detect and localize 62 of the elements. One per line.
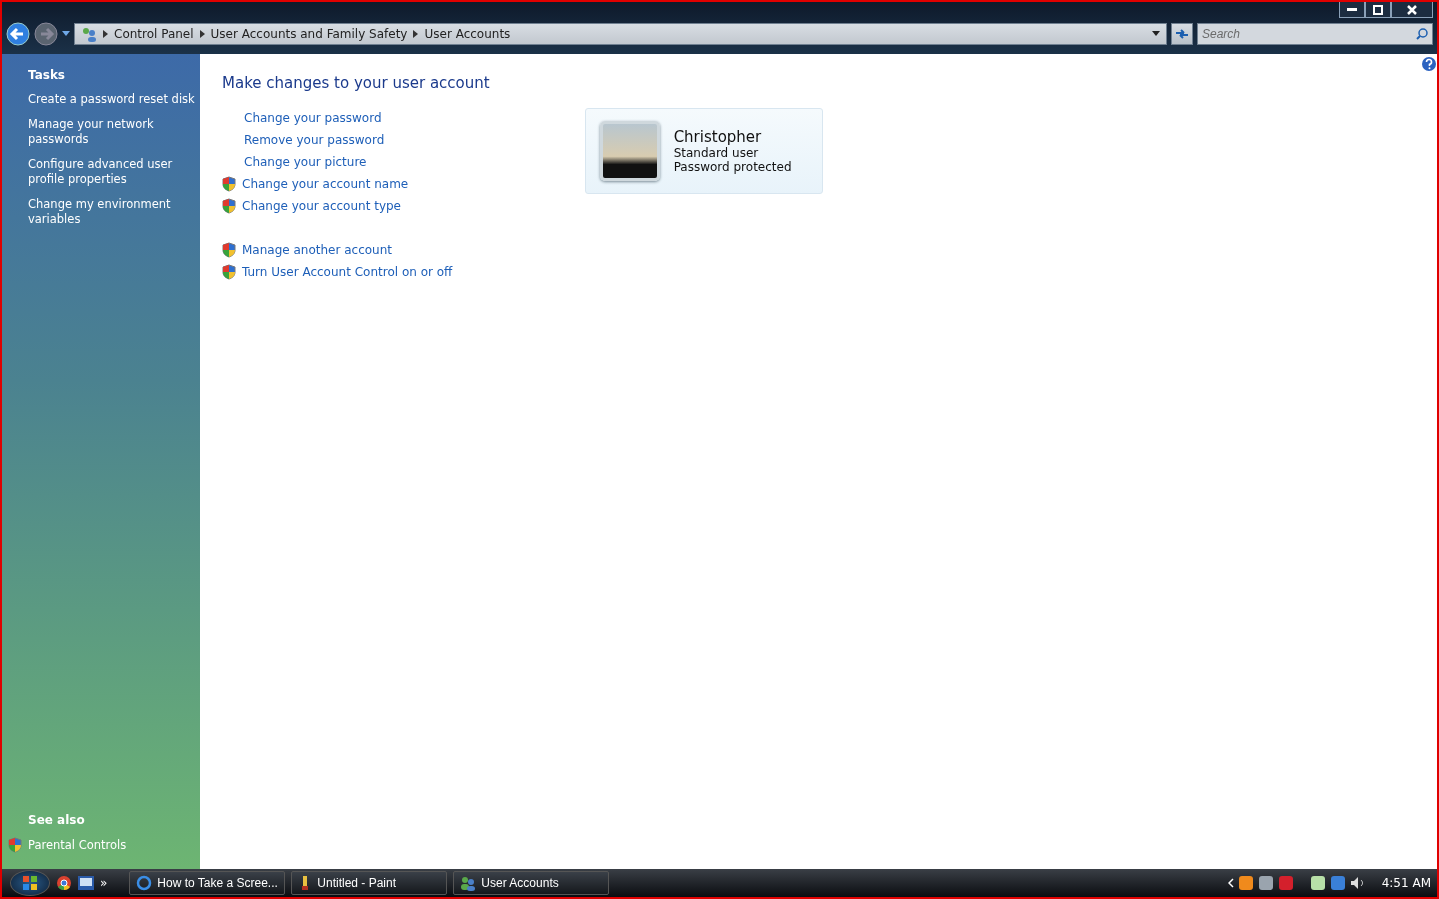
- users-icon: [81, 26, 97, 42]
- sidebar-title: See also: [28, 813, 86, 827]
- dropdown-arrow-icon[interactable]: [1152, 31, 1160, 37]
- restore-button[interactable]: [1365, 2, 1391, 18]
- account-type: Standard user: [673, 146, 760, 160]
- task-link[interactable]: Change your account type: [242, 199, 401, 213]
- refresh-icon: [1175, 28, 1189, 40]
- help-icon[interactable]: [1421, 56, 1437, 72]
- task-link[interactable]: Change my environment variables: [28, 197, 196, 227]
- back-button[interactable]: [6, 22, 30, 46]
- refresh-button[interactable]: [1171, 23, 1193, 45]
- dropdown-arrow-icon[interactable]: [62, 31, 70, 37]
- breadcrumb[interactable]: User Accounts and Family Safety: [210, 27, 408, 41]
- sidebar-title: Tasks: [28, 68, 66, 82]
- photo-placeholder: [599, 121, 660, 181]
- task-link[interactable]: Turn User Account Control on or off: [242, 265, 453, 279]
- shield-icon: [222, 264, 236, 280]
- task-link[interactable]: Change your picture: [244, 155, 367, 169]
- search-field[interactable]: Search: [1197, 23, 1433, 45]
- tray-icon[interactable]: [1237, 875, 1254, 891]
- minimize-button[interactable]: [1339, 2, 1365, 18]
- forward-button[interactable]: [34, 22, 58, 46]
- clock[interactable]: 4:51 AM: [1381, 876, 1431, 890]
- task-link[interactable]: Manage your network passwords: [28, 117, 196, 147]
- taskbar-button[interactable]: Untitled - Paint: [291, 871, 448, 895]
- task-link[interactable]: Change your account name: [242, 177, 409, 191]
- shield-icon: [222, 198, 236, 214]
- users-icon: [460, 875, 477, 891]
- page-heading: Make changes to your user account: [222, 74, 490, 92]
- chrome-icon[interactable]: [56, 875, 72, 891]
- shield-icon: [8, 837, 22, 853]
- chevron-icon: [199, 30, 205, 38]
- shield-icon: [222, 242, 236, 258]
- chevron-icon[interactable]: [1227, 878, 1234, 888]
- start-button[interactable]: [10, 870, 50, 896]
- chevron-icon: [103, 30, 108, 38]
- task-link[interactable]: Create a password reset disk: [28, 92, 196, 107]
- search-icon: [1416, 28, 1428, 40]
- desktop-icon[interactable]: [78, 876, 94, 890]
- task-link[interactable]: Change your password: [244, 111, 382, 125]
- breadcrumb[interactable]: User Accounts: [424, 27, 511, 41]
- address-bar[interactable]: Control Panel User Accounts and Family Safety User Accounts: [74, 23, 1167, 45]
- task-link[interactable]: Configure advanced user profile properties: [28, 157, 196, 187]
- chevron-icon: [413, 30, 419, 38]
- taskbar-button[interactable]: User Accounts: [453, 871, 610, 895]
- close-icon: [1407, 4, 1417, 15]
- close-button[interactable]: [1391, 2, 1433, 18]
- more-button[interactable]: »: [100, 876, 108, 890]
- speaker-icon[interactable]: [1349, 876, 1366, 890]
- taskbar-button[interactable]: How to Take a Scree...: [129, 871, 286, 895]
- windows-logo: [22, 875, 38, 891]
- task-link[interactable]: Manage another account: [242, 243, 393, 257]
- task-link[interactable]: Remove your password: [244, 133, 385, 147]
- shield-icon: [222, 176, 236, 192]
- browser-icon: [136, 875, 153, 891]
- breadcrumb[interactable]: Control Panel: [114, 27, 194, 41]
- restore-icon: [1373, 4, 1383, 15]
- tray-icon[interactable]: [1277, 875, 1294, 891]
- account-status: Password protected: [673, 160, 792, 174]
- minimize-icon: [1347, 7, 1357, 12]
- account-name: Christopher: [673, 128, 763, 146]
- tray-icon[interactable]: [1257, 875, 1274, 891]
